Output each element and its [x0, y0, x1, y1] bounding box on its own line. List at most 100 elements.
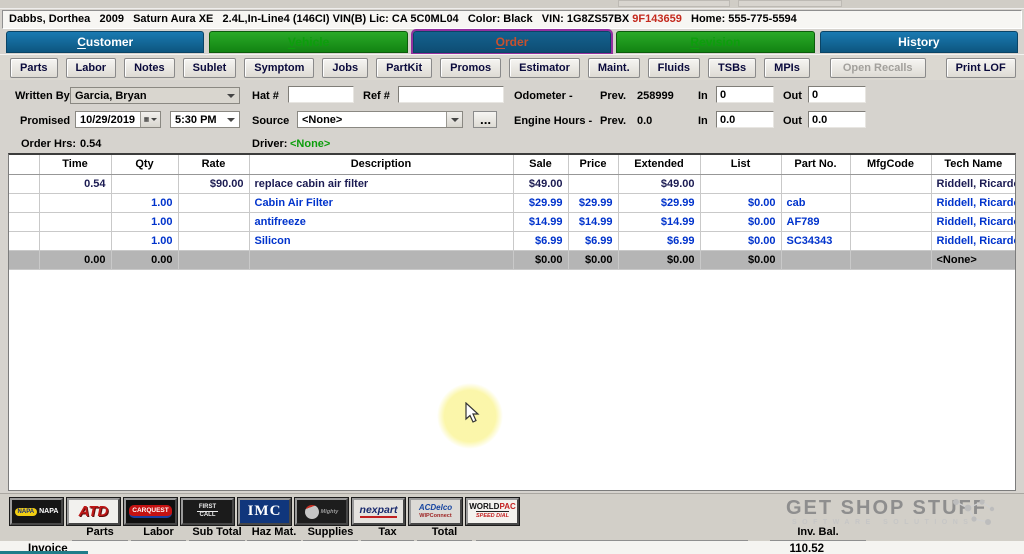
grid-cell[interactable]: $90.00 [178, 174, 249, 193]
grid-cell[interactable] [850, 212, 931, 231]
cutoff-control [618, 0, 730, 7]
grid-cell[interactable]: 0.54 [39, 174, 111, 193]
grid-cell[interactable]: cab [781, 193, 850, 212]
grid-cell[interactable]: $29.99 [513, 193, 568, 212]
part-row[interactable]: 1.00 Cabin Air Filter $29.99 $29.99 $29.… [9, 193, 1015, 212]
grid-cell[interactable] [781, 174, 850, 193]
grid-cell[interactable]: Riddell, Ricardo [931, 193, 1015, 212]
grid-cell[interactable]: Cabin Air Filter [249, 193, 513, 212]
grid-cell[interactable] [178, 231, 249, 250]
engine-out-input[interactable] [808, 111, 866, 128]
jobs-button[interactable]: Jobs [322, 58, 368, 78]
grid-cell[interactable]: AF789 [781, 212, 850, 231]
source-select[interactable]: <None> [297, 111, 463, 128]
promised-date-picker[interactable]: 10/29/2019 ▦ [75, 111, 161, 128]
hat-input[interactable] [288, 86, 354, 103]
worldpac-logo-button[interactable]: WORLDPAC SPEED DIAL [466, 498, 519, 525]
promised-time-select[interactable]: 5:30 PM [170, 111, 240, 128]
source-more-button[interactable]: ... [473, 111, 497, 128]
estimator-button[interactable]: Estimator [509, 58, 580, 78]
ref-input[interactable] [398, 86, 504, 103]
chevron-down-icon [223, 88, 239, 103]
grid-cell[interactable] [850, 174, 931, 193]
grid-cell[interactable]: Riddell, Ricardo [931, 212, 1015, 231]
grid-cell[interactable] [568, 174, 618, 193]
tab-customer[interactable]: Customer [6, 31, 204, 53]
grid-cell[interactable]: Riddell, Ricardo [931, 174, 1015, 193]
grid-cell[interactable]: $14.99 [618, 212, 700, 231]
totals-subtotal-label: Sub Total [189, 526, 245, 541]
carquest-logo-button[interactable]: CARQUEST [124, 498, 177, 525]
atd-logo-button[interactable]: ATD [67, 498, 120, 525]
grid-cell[interactable] [39, 193, 111, 212]
grid-cell[interactable]: Riddell, Ricardo [931, 231, 1015, 250]
napa-logo-button[interactable]: NAPA NAPA [10, 498, 63, 525]
notes-button[interactable]: Notes [124, 58, 175, 78]
grid-cell[interactable]: 1.00 [111, 193, 178, 212]
tab-revision[interactable]: Revision [616, 31, 814, 53]
acdelco-logo-button[interactable]: ACDelco WIPConnect [409, 498, 462, 525]
mighty-logo-button[interactable]: Mighty [295, 498, 348, 525]
grid-cell[interactable]: $0.00 [700, 231, 781, 250]
grid-cell[interactable]: $29.99 [618, 193, 700, 212]
grid-cell[interactable] [9, 212, 39, 231]
grid-cell[interactable]: $6.99 [568, 231, 618, 250]
grid-cell[interactable] [39, 212, 111, 231]
odometer-prev-value: 258999 [637, 90, 674, 102]
nexpart-logo-button[interactable]: nexpart [352, 498, 405, 525]
tsbs-button[interactable]: TSBs [708, 58, 756, 78]
grid-cell[interactable]: SC34343 [781, 231, 850, 250]
tab-vehicle[interactable]: Vehicle [209, 31, 407, 53]
grid-cell[interactable]: $49.00 [618, 174, 700, 193]
grid-empty-area[interactable] [9, 269, 1015, 489]
grid-cell[interactable]: Silicon [249, 231, 513, 250]
maint-button[interactable]: Maint. [588, 58, 640, 78]
symptom-button[interactable]: Symptom [244, 58, 314, 78]
grid-cell[interactable] [850, 231, 931, 250]
grid-cell[interactable] [700, 174, 781, 193]
first-call-logo-button[interactable]: FIRST CALL [181, 498, 234, 525]
grid-cell[interactable] [111, 174, 178, 193]
col-price: Price [568, 155, 618, 174]
fluids-button[interactable]: Fluids [648, 58, 700, 78]
grid-cell[interactable] [850, 193, 931, 212]
grid-cell[interactable]: $29.99 [568, 193, 618, 212]
grid-cell[interactable]: $0.00 [700, 193, 781, 212]
grid-cell[interactable]: 1.00 [111, 231, 178, 250]
grid-cell[interactable] [9, 193, 39, 212]
parts-button[interactable]: Parts [10, 58, 58, 78]
grid-cell[interactable]: $6.99 [618, 231, 700, 250]
grid-cell[interactable]: $6.99 [513, 231, 568, 250]
grid-cell[interactable] [178, 212, 249, 231]
labor-button[interactable]: Labor [66, 58, 117, 78]
labor-row[interactable]: 0.54 $90.00 replace cabin air filter $49… [9, 174, 1015, 193]
mpis-button[interactable]: MPIs [764, 58, 810, 78]
tab-order[interactable]: Order [413, 31, 611, 53]
part-row[interactable]: 1.00 Silicon $6.99 $6.99 $6.99 $0.00 SC3… [9, 231, 1015, 250]
odometer-in-input[interactable] [716, 86, 774, 103]
grid-cell[interactable]: $49.00 [513, 174, 568, 193]
odometer-out-input[interactable] [808, 86, 866, 103]
imc-logo-button[interactable]: IMC [238, 498, 291, 525]
grid-cell[interactable] [39, 231, 111, 250]
partkit-button[interactable]: PartKit [376, 58, 432, 78]
print-lof-button[interactable]: Print LOF [946, 58, 1016, 78]
promos-button[interactable]: Promos [440, 58, 501, 78]
grid-cell[interactable]: 1.00 [111, 212, 178, 231]
hat-label: Hat # [252, 90, 279, 102]
sublet-button[interactable]: Sublet [183, 58, 237, 78]
grid-cell[interactable]: $0.00 [700, 212, 781, 231]
grid-cell[interactable]: antifreeze [249, 212, 513, 231]
vin-serial: 9F143659 [632, 13, 682, 25]
grid-cell[interactable]: $14.99 [513, 212, 568, 231]
tab-history[interactable]: History [820, 31, 1018, 53]
grid-cell [9, 250, 39, 269]
grid-cell[interactable] [9, 174, 39, 193]
grid-cell[interactable] [178, 193, 249, 212]
written-by-select[interactable]: Garcia, Bryan [70, 87, 240, 104]
grid-cell[interactable] [9, 231, 39, 250]
grid-cell[interactable]: replace cabin air filter [249, 174, 513, 193]
engine-in-input[interactable] [716, 111, 774, 128]
part-row[interactable]: 1.00 antifreeze $14.99 $14.99 $14.99 $0.… [9, 212, 1015, 231]
grid-cell[interactable]: $14.99 [568, 212, 618, 231]
